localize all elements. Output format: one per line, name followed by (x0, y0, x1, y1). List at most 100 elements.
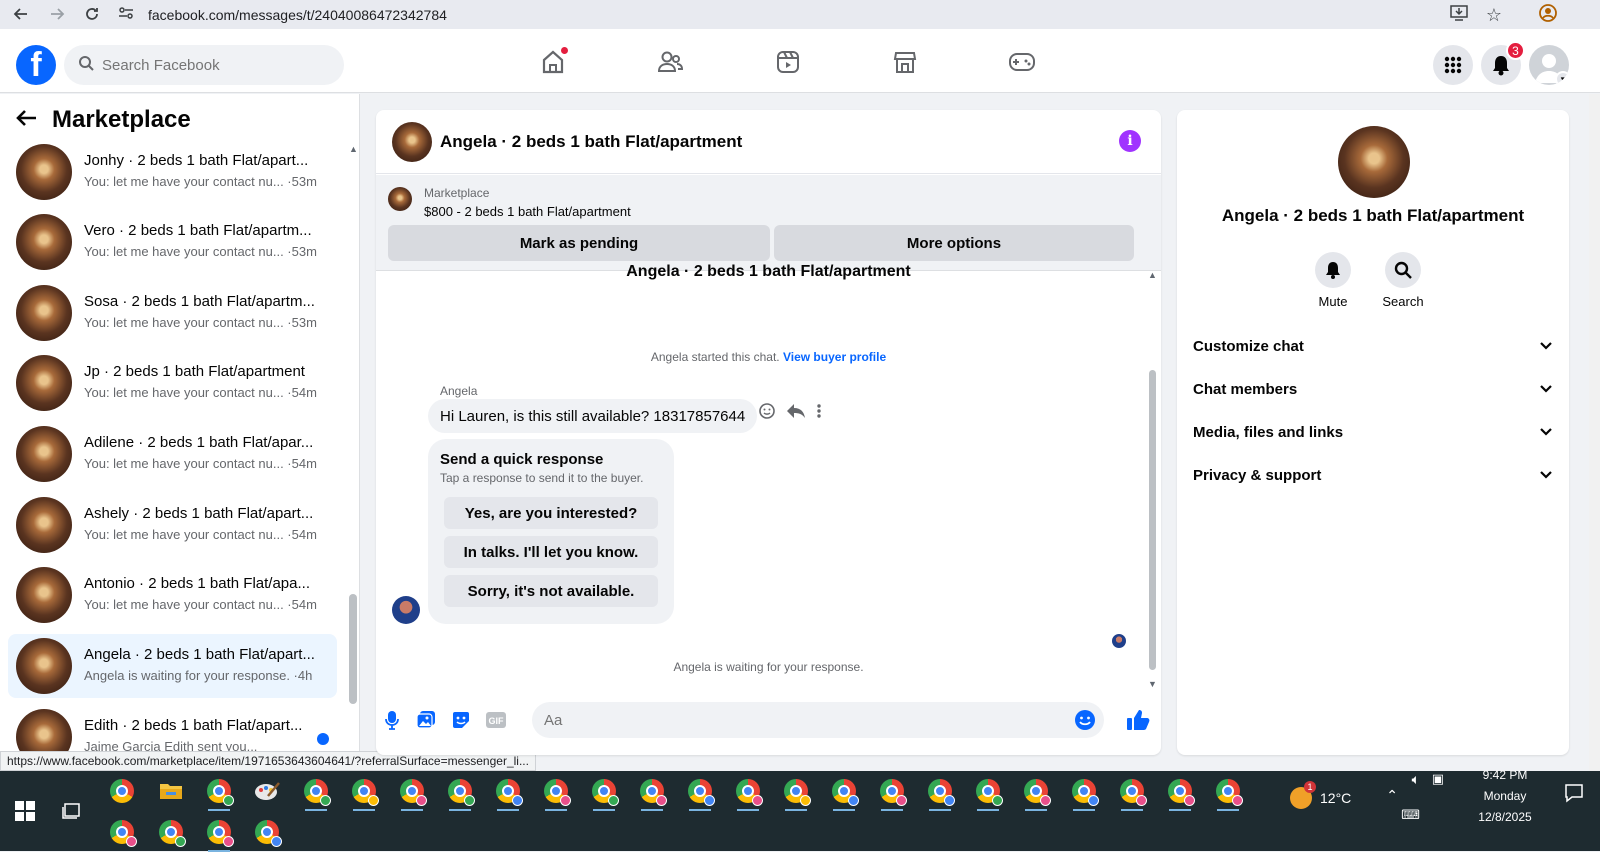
marketplace-nav-icon[interactable] (885, 44, 925, 80)
conversation-item[interactable]: Sosa · 2 beds 1 bath Flat/apartm... You: … (8, 281, 337, 345)
more-options-button[interactable]: More options (774, 225, 1134, 261)
search-in-conversation-button[interactable]: Search (1373, 252, 1433, 309)
bookmark-star-icon[interactable]: ☆ (1486, 5, 1502, 26)
scrollbar-thumb[interactable] (349, 594, 357, 704)
video-nav-icon[interactable] (768, 44, 808, 80)
reload-icon[interactable] (80, 2, 104, 26)
friends-nav-icon[interactable] (650, 44, 690, 80)
notification-center-icon[interactable] (1564, 783, 1584, 806)
conversation-item[interactable]: Vero · 2 beds 1 bath Flat/apartm... You: … (8, 210, 337, 274)
chrome-taskbar-icon[interactable] (250, 815, 284, 849)
emoji-icon[interactable] (1074, 709, 1096, 736)
file-explorer-icon[interactable] (154, 774, 188, 808)
conversation-item[interactable]: Angela · 2 beds 1 bath Flat/apart... Ange… (8, 634, 337, 698)
paint-icon[interactable] (250, 774, 284, 808)
home-nav-icon[interactable] (533, 44, 573, 80)
conversation-item[interactable]: Ashely · 2 beds 1 bath Flat/apart... You:… (8, 493, 337, 557)
chrome-taskbar-icon[interactable] (347, 774, 381, 811)
forward-icon[interactable] (45, 2, 69, 26)
search-box[interactable] (64, 45, 344, 85)
mark-as-pending-button[interactable]: Mark as pending (388, 225, 770, 261)
quick-reply-button[interactable]: In talks. I'll let you know. (444, 536, 658, 568)
chrome-taskbar-icon[interactable] (202, 774, 236, 811)
info-icon[interactable]: i (1119, 130, 1141, 152)
photo-icon[interactable] (414, 708, 438, 732)
chrome-taskbar-icon[interactable] (923, 774, 957, 811)
chrome-taskbar-icon[interactable] (1163, 774, 1197, 811)
chrome-taskbar-icon[interactable] (971, 774, 1005, 811)
chrome-taskbar-icon[interactable] (1211, 774, 1245, 811)
chrome-taskbar-icon[interactable] (731, 774, 765, 811)
quick-reply-button[interactable]: Sorry, it's not available. (444, 575, 658, 607)
account-avatar[interactable]: ▾ (1529, 45, 1569, 85)
notifications-button[interactable]: 3 (1481, 41, 1525, 85)
page-scrollbar[interactable] (1589, 94, 1600, 771)
back-icon[interactable] (9, 2, 33, 26)
scroll-up-icon[interactable]: ▲ (1148, 270, 1157, 280)
chrome-taskbar-icon[interactable] (105, 815, 139, 849)
network-icon[interactable]: ⌨︎ (1401, 807, 1420, 823)
listing-thumbnail[interactable] (388, 187, 412, 211)
mute-button[interactable]: Mute (1303, 252, 1363, 309)
chat-title[interactable]: Angela · 2 beds 1 bath Flat/apartment (440, 132, 742, 152)
site-info-icon[interactable] (118, 6, 136, 23)
clock[interactable]: 9:42 PM Monday 12/8/2025 (1460, 765, 1550, 828)
react-icon[interactable] (758, 402, 776, 425)
chrome-taskbar-icon[interactable] (587, 774, 621, 811)
chrome-taskbar-icon[interactable] (1115, 774, 1149, 811)
chrome-taskbar-icon[interactable] (827, 774, 861, 811)
start-button[interactable] (8, 794, 42, 828)
message-input-box[interactable] (532, 702, 1104, 738)
chrome-taskbar-icon[interactable] (875, 774, 909, 811)
menu-grid-button[interactable] (1433, 45, 1473, 85)
chat-members-section[interactable]: Chat members (1193, 373, 1553, 405)
chrome-taskbar-icon[interactable] (105, 774, 139, 808)
meet-now-icon[interactable]: ▣ (1432, 771, 1444, 787)
scroll-up-icon[interactable]: ▲ (349, 144, 358, 154)
message-bubble[interactable]: Hi Lauren, is this still available? 1831… (428, 399, 758, 433)
chrome-taskbar-icon[interactable] (779, 774, 813, 811)
message-input[interactable] (544, 711, 1044, 729)
scroll-down-icon[interactable]: ▼ (1148, 679, 1157, 689)
chrome-taskbar-icon[interactable] (395, 774, 429, 811)
chat-scrollbar[interactable]: ▲ ▼ (1148, 270, 1157, 689)
sender-avatar[interactable] (392, 596, 420, 624)
chrome-taskbar-icon[interactable] (299, 774, 333, 811)
volume-icon[interactable]: 🔈︎ (1412, 771, 1420, 788)
chrome-taskbar-icon[interactable] (443, 774, 477, 811)
sticker-icon[interactable] (449, 708, 473, 732)
facebook-logo[interactable]: f (16, 45, 56, 85)
chrome-taskbar-icon[interactable] (635, 774, 669, 811)
chrome-taskbar-icon[interactable] (1019, 774, 1053, 811)
url-text[interactable]: facebook.com/messages/t/2404008647234278… (148, 7, 447, 23)
scrollbar[interactable]: ▲ (349, 144, 358, 764)
view-buyer-profile-link[interactable]: View buyer profile (783, 350, 886, 364)
chevron-up-icon[interactable]: ⌃ (1386, 787, 1398, 804)
microphone-icon[interactable] (380, 708, 404, 732)
media-files-links-section[interactable]: Media, files and links (1193, 416, 1553, 448)
install-app-icon[interactable] (1450, 5, 1468, 26)
chrome-taskbar-icon[interactable] (1067, 774, 1101, 811)
gif-icon[interactable]: GIF (484, 708, 508, 732)
conversation-item[interactable]: Adilene · 2 beds 1 bath Flat/apar... You:… (8, 422, 337, 486)
profile-icon[interactable] (1538, 3, 1558, 28)
weather-widget[interactable]: 1 12°C (1290, 781, 1370, 813)
chat-avatar[interactable] (392, 122, 432, 162)
conversation-item[interactable]: Antonio · 2 beds 1 bath Flat/apa... You: … (8, 563, 337, 627)
profile-avatar[interactable] (1338, 126, 1410, 198)
chrome-taskbar-icon[interactable] (491, 774, 525, 811)
scrollbar-thumb[interactable] (1149, 370, 1156, 670)
search-input[interactable] (102, 56, 322, 74)
chrome-taskbar-icon[interactable] (683, 774, 717, 811)
address-bar[interactable]: facebook.com/messages/t/2404008647234278… (118, 2, 1498, 27)
more-vertical-icon[interactable] (816, 403, 822, 424)
back-arrow-icon[interactable] (16, 109, 38, 132)
conversation-item[interactable]: Jonhy · 2 beds 1 bath Flat/apart... You: … (8, 140, 337, 204)
task-view-icon[interactable] (55, 794, 89, 828)
conversation-item[interactable]: Jp · 2 beds 1 bath Flat/apartment You: le… (8, 351, 337, 415)
quick-reply-button[interactable]: Yes, are you interested? (444, 497, 658, 529)
chrome-taskbar-icon[interactable] (154, 815, 188, 849)
privacy-support-section[interactable]: Privacy & support (1193, 459, 1553, 491)
customize-chat-section[interactable]: Customize chat (1193, 330, 1553, 362)
chrome-taskbar-icon[interactable] (202, 815, 236, 852)
